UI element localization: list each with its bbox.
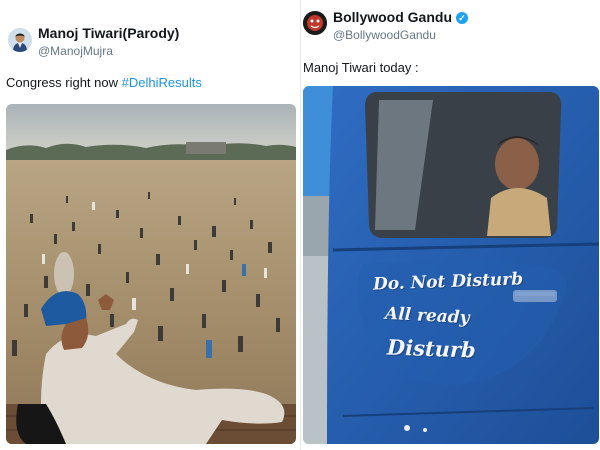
tweet-text: Congress right now #DelhiResults [6,75,202,90]
display-name[interactable]: Bollywood Gandu ✓ [333,9,468,25]
user-handle[interactable]: @BollywoodGandu [333,28,436,42]
display-name-text: Bollywood Gandu [333,9,452,25]
tweet-photo-blue-truck[interactable]: Do. Not Disturb All ready Disturb [303,86,599,444]
user-handle[interactable]: @ManojMujra [38,44,113,58]
display-name[interactable]: Manoj Tiwari(Parody) [38,25,179,41]
tweet-photo-cricket-ground[interactable] [6,104,296,444]
tweet-card-left: Manoj Tiwari(Parody) @ManojMujra Congres… [0,0,298,450]
man-portrait-icon [8,28,32,52]
verified-badge-icon: ✓ [456,12,468,24]
avatar-bollywood-gandu[interactable] [303,11,327,35]
blue-truck-photo [303,86,599,444]
cartoon-face-icon [303,11,327,35]
tweet-card-right: Bollywood Gandu ✓ @BollywoodGandu Manoj T… [300,0,600,450]
tweet-text-body: Congress right now [6,75,122,90]
truck-sign-line-3: Disturb [386,334,477,363]
avatar-manoj-tiwari-parody[interactable] [8,28,32,52]
tweet-text: Manoj Tiwari today : [303,60,419,75]
hashtag-link[interactable]: #DelhiResults [122,75,202,90]
cricket-ground-crowd-photo [6,104,296,444]
